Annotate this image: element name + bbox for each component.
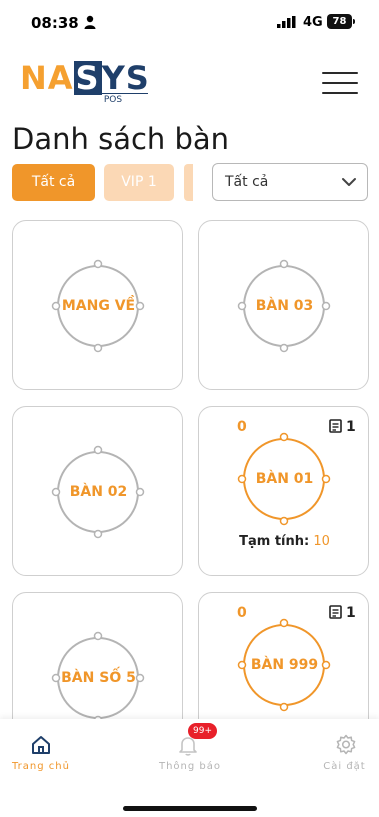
signal-icon: [277, 16, 296, 28]
person-icon: [84, 15, 96, 29]
table-card[interactable]: BÀN 02: [12, 406, 183, 576]
subtotal: Tạm tính: 10: [199, 534, 370, 549]
nav-notifications[interactable]: 99+ Thông báo: [145, 719, 235, 789]
battery-icon: 78: [327, 14, 352, 29]
bottom-nav: Trang chủ 99+ Thông báo Cài đặt: [0, 719, 379, 817]
nav-notifications-label: Thông báo: [158, 761, 222, 772]
area-select-value: Tất cả: [225, 174, 269, 190]
table-name: BÀN 01: [255, 471, 314, 487]
network-label: 4G: [303, 15, 323, 30]
notification-badge: 99+: [188, 723, 217, 739]
home-icon: [32, 736, 50, 754]
hamburger-menu-icon[interactable]: [322, 70, 358, 96]
table-name: BÀN 999: [250, 657, 319, 673]
table-name: BÀN SỐ 5: [61, 670, 136, 686]
home-indicator: [123, 806, 257, 811]
table-name: BÀN 03: [255, 298, 314, 314]
tab-next-partial[interactable]: [184, 164, 193, 201]
nav-settings-label: Cài đặt: [323, 761, 366, 772]
table-card[interactable]: 0 1 BÀN 01 Tạm tính: 10: [198, 406, 369, 576]
subtotal-value: 10: [313, 534, 330, 549]
nav-home-label: Trang chủ: [12, 761, 70, 772]
tab-vip-1[interactable]: VIP 1: [104, 164, 174, 201]
battery-tip: [353, 19, 355, 24]
table-name: BÀN 02: [69, 484, 128, 500]
tab-all[interactable]: Tất cả: [12, 164, 95, 201]
chevron-down-icon: [342, 178, 356, 186]
table-ring-icon: [237, 432, 331, 526]
nav-settings[interactable]: Cài đặt: [310, 719, 379, 789]
nav-home[interactable]: Trang chủ: [0, 719, 82, 789]
brand-logo: NASYS POS: [20, 60, 155, 110]
table-card[interactable]: MANG VỀ: [12, 220, 183, 390]
logo-wordmark: NASYS: [20, 59, 150, 97]
page-title: Danh sách bàn: [12, 122, 230, 156]
status-time: 08:38: [31, 14, 79, 32]
area-select[interactable]: Tất cả: [212, 163, 368, 201]
status-bar: 08:38 4G 78: [0, 0, 379, 50]
gear-icon: [336, 734, 356, 755]
table-name: MANG VỀ: [61, 298, 136, 314]
logo-subtitle: POS: [78, 93, 148, 105]
table-card[interactable]: BÀN 03: [198, 220, 369, 390]
subtotal-label: Tạm tính:: [239, 534, 310, 549]
